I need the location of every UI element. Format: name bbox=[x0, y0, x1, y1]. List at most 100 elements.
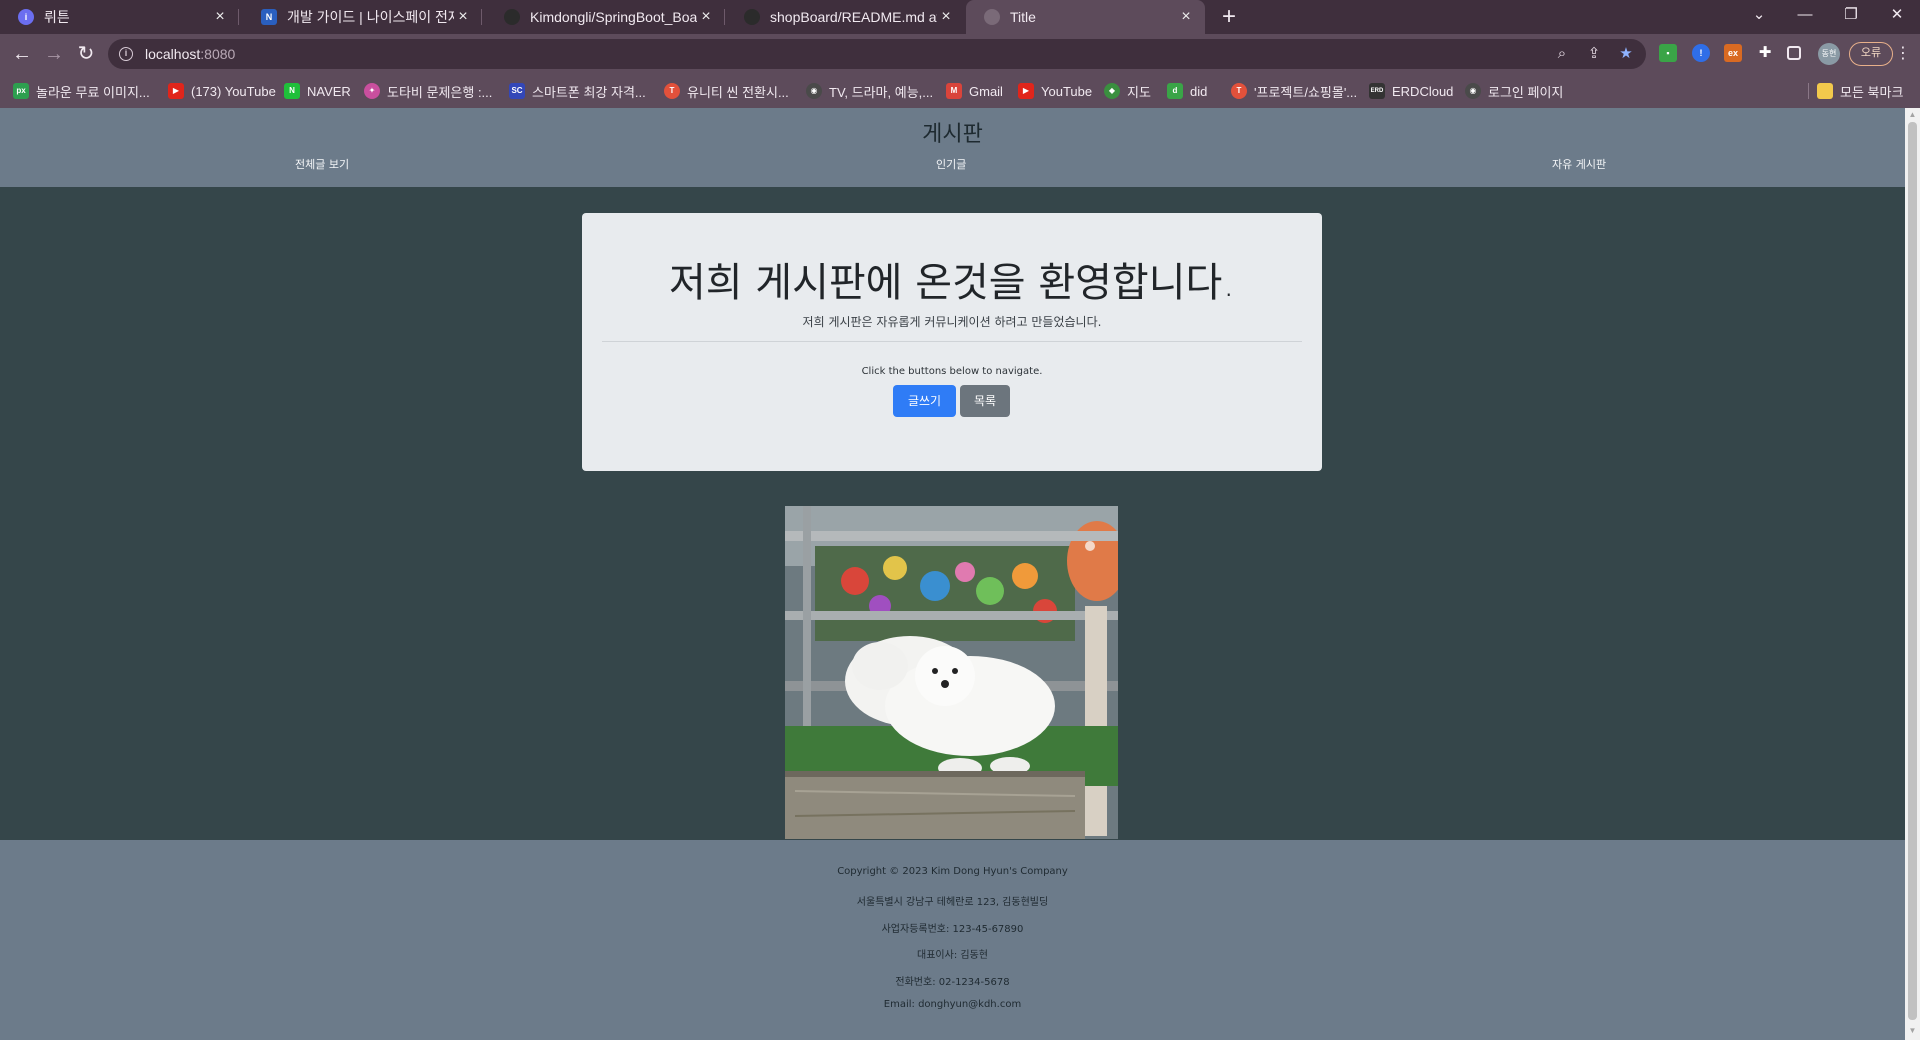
navigate-note: Click the buttons below to navigate. bbox=[861, 366, 1043, 377]
close-tab-icon[interactable]: × bbox=[937, 8, 955, 26]
forward-arrow-icon[interactable]: → bbox=[40, 40, 68, 68]
back-arrow-icon[interactable]: ← bbox=[8, 40, 36, 68]
close-tab-icon[interactable]: × bbox=[1177, 8, 1195, 26]
side-panel-icon[interactable] bbox=[1787, 46, 1801, 60]
pixabay-icon: px bbox=[13, 83, 29, 99]
restore-window-button[interactable]: ❐ bbox=[1828, 0, 1874, 34]
bookmark-youtube[interactable]: ▶ YouTube bbox=[1018, 82, 1092, 100]
footer-business-number: 사업자등록번호: 123-45-67890 bbox=[881, 924, 1024, 935]
scroll-up-arrow-icon[interactable]: ▲ bbox=[1908, 110, 1917, 120]
browser-tab-strip: i 뤼튼 × N 개발 가이드 | 나이스페이 전자결 × Kimdongli/… bbox=[0, 0, 1920, 34]
extension-icon[interactable]: ex bbox=[1724, 44, 1742, 62]
welcome-heading: 저희 게시판에 온것을 환영합니다. bbox=[668, 260, 1236, 306]
tab-title: Title bbox=[1010, 9, 1036, 25]
gmail-icon: M bbox=[946, 83, 962, 99]
wrtn-favicon-icon: i bbox=[18, 9, 34, 25]
nav-all-posts[interactable]: 전체글 보기 bbox=[295, 156, 349, 172]
tab-wrtn[interactable]: i 뤼튼 × bbox=[0, 0, 239, 34]
footer-phone: 전화번호: 02-1234-5678 bbox=[895, 977, 1010, 988]
site-header: 게시판 전체글 보기 인기글 자유 게시판 bbox=[0, 108, 1905, 187]
close-tab-icon[interactable]: × bbox=[697, 8, 715, 26]
tab-title-active[interactable]: Title × bbox=[966, 0, 1205, 34]
bookmark-star-icon[interactable]: ★ bbox=[1615, 44, 1637, 64]
site-title: 게시판 bbox=[922, 122, 983, 147]
globe-favicon-icon bbox=[984, 9, 1000, 25]
erdcloud-icon: ERD bbox=[1369, 83, 1385, 99]
pinwheel-icon: ✦ bbox=[364, 83, 380, 99]
bookmark-pixabay[interactable]: px 놀라운 무료 이미지... bbox=[13, 82, 150, 100]
post-list-button[interactable]: 목록 bbox=[960, 385, 1010, 417]
tab-nicepay-guide[interactable]: N 개발 가이드 | 나이스페이 전자결 × bbox=[243, 0, 482, 34]
nav-popular-posts[interactable]: 인기글 bbox=[936, 156, 966, 172]
puppies-photo bbox=[785, 506, 1118, 839]
nicepay-favicon-icon: N bbox=[261, 9, 277, 25]
share-icon[interactable]: ⇪ bbox=[1583, 44, 1605, 64]
did-icon: d bbox=[1167, 83, 1183, 99]
tab-title: 개발 가이드 | 나이스페이 전자결 bbox=[287, 9, 454, 25]
tab-title: shopBoard/README.md at mai bbox=[770, 9, 937, 25]
all-bookmarks-folder[interactable]: 모든 북마크 bbox=[1817, 82, 1903, 100]
browser-menu-icon[interactable]: ⋮ bbox=[1894, 42, 1912, 66]
close-window-button[interactable]: ✕ bbox=[1874, 0, 1920, 34]
globe-icon: ◉ bbox=[1465, 83, 1481, 99]
zoom-icon[interactable]: ⌕ bbox=[1551, 44, 1573, 64]
page-scrollbar[interactable]: ▲ ▼ bbox=[1905, 108, 1920, 1040]
site-info-icon[interactable]: i bbox=[119, 47, 133, 61]
error-button[interactable]: 오류 bbox=[1849, 42, 1893, 66]
welcome-jumbotron: 저희 게시판에 온것을 환영합니다. 저희 게시판은 자유롭게 커뮤니케이션 하… bbox=[582, 213, 1322, 471]
profile-avatar[interactable]: 동현 bbox=[1818, 43, 1840, 65]
tab-search-icon[interactable]: ⌄ bbox=[1736, 0, 1782, 34]
scrollbar-thumb[interactable] bbox=[1908, 122, 1917, 1020]
bookmarks-divider bbox=[1808, 83, 1809, 99]
welcome-lead: 저희 게시판은 자유롭게 커뮤니케이션 하려고 만들었습니다. bbox=[802, 315, 1102, 329]
maps-pin-icon: ◆ bbox=[1104, 83, 1120, 99]
footer-ceo: 대표이사: 김동현 bbox=[917, 950, 988, 961]
extension-icon[interactable]: ! bbox=[1692, 44, 1710, 62]
nav-free-board[interactable]: 자유 게시판 bbox=[1552, 156, 1606, 172]
browser-toolbar: ← → ↻ i localhost:8080 ⌕ ⇪ ★ ▪ ! ex ✚ 동현… bbox=[0, 34, 1920, 74]
tistory-icon: T bbox=[664, 83, 680, 99]
minimize-window-button[interactable]: — bbox=[1782, 0, 1828, 34]
close-tab-icon[interactable]: × bbox=[211, 8, 229, 26]
bookmark-gmail[interactable]: M Gmail bbox=[946, 82, 1003, 100]
new-tab-button[interactable]: + bbox=[1214, 2, 1244, 32]
folder-icon bbox=[1817, 83, 1833, 99]
url-text: localhost:8080 bbox=[145, 46, 236, 62]
bookmark-did[interactable]: d did bbox=[1167, 82, 1207, 100]
bookmark-smartphone-cert[interactable]: SC 스마트폰 최강 자격... bbox=[509, 82, 646, 100]
bookmark-erdcloud[interactable]: ERD ERDCloud bbox=[1369, 82, 1453, 100]
reload-icon[interactable]: ↻ bbox=[72, 40, 100, 68]
bookmark-login-page[interactable]: ◉ 로그인 페이지 bbox=[1465, 82, 1563, 100]
bookmark-naver[interactable]: N NAVER bbox=[284, 82, 351, 100]
footer-address: 서울특별시 강남구 테헤란로 123, 김동현빌딩 bbox=[856, 897, 1049, 908]
footer-copyright: Copyright © 2023 Kim Dong Hyun's Company bbox=[837, 866, 1068, 877]
bookmark-project-shop[interactable]: T '프로젝트/쇼핑몰'... bbox=[1231, 82, 1357, 100]
tab-github-readme[interactable]: shopBoard/README.md at mai × bbox=[726, 0, 965, 34]
puzzle-extensions-icon[interactable]: ✚ bbox=[1756, 44, 1774, 62]
page-viewport: 게시판 전체글 보기 인기글 자유 게시판 저희 게시판에 온것을 환영합니다.… bbox=[0, 108, 1905, 1040]
naver-icon: N bbox=[284, 83, 300, 99]
globe-icon: ◉ bbox=[806, 83, 822, 99]
divider bbox=[602, 341, 1302, 342]
tab-title: 뤼튼 bbox=[44, 9, 70, 25]
tistory-icon: T bbox=[1231, 83, 1247, 99]
scroll-down-arrow-icon[interactable]: ▼ bbox=[1908, 1026, 1917, 1036]
close-tab-icon[interactable]: × bbox=[454, 8, 472, 26]
bookmark-maps[interactable]: ◆ 지도 bbox=[1104, 82, 1151, 100]
bookmark-dotabi[interactable]: ✦ 도타비 문제은행 :... bbox=[364, 82, 492, 100]
github-favicon-icon bbox=[744, 9, 760, 25]
youtube-icon: ▶ bbox=[1018, 83, 1034, 99]
tab-title: Kimdongli/SpringBoot_Board: 스 bbox=[530, 9, 697, 25]
address-bar[interactable]: i localhost:8080 ⌕ ⇪ ★ bbox=[108, 39, 1646, 69]
youtube-icon: ▶ bbox=[168, 83, 184, 99]
footer-email: Email: donghyun@kdh.com bbox=[883, 999, 1022, 1010]
tab-github-springboot[interactable]: Kimdongli/SpringBoot_Board: 스 × bbox=[486, 0, 725, 34]
bookmarks-bar: px 놀라운 무료 이미지... ▶ (173) YouTube N NAVER ✦ 도… bbox=[0, 74, 1920, 108]
write-post-button[interactable]: 글쓰기 bbox=[893, 385, 956, 417]
bookmark-unity-scene[interactable]: T 유니티 씬 전환시... bbox=[664, 82, 789, 100]
extension-icon[interactable]: ▪ bbox=[1659, 44, 1677, 62]
bookmark-tv-drama[interactable]: ◉ TV, 드라마, 예능,... bbox=[806, 82, 933, 100]
sc-icon: SC bbox=[509, 83, 525, 99]
bookmark-youtube-173[interactable]: ▶ (173) YouTube bbox=[168, 82, 276, 100]
github-favicon-icon bbox=[504, 9, 520, 25]
